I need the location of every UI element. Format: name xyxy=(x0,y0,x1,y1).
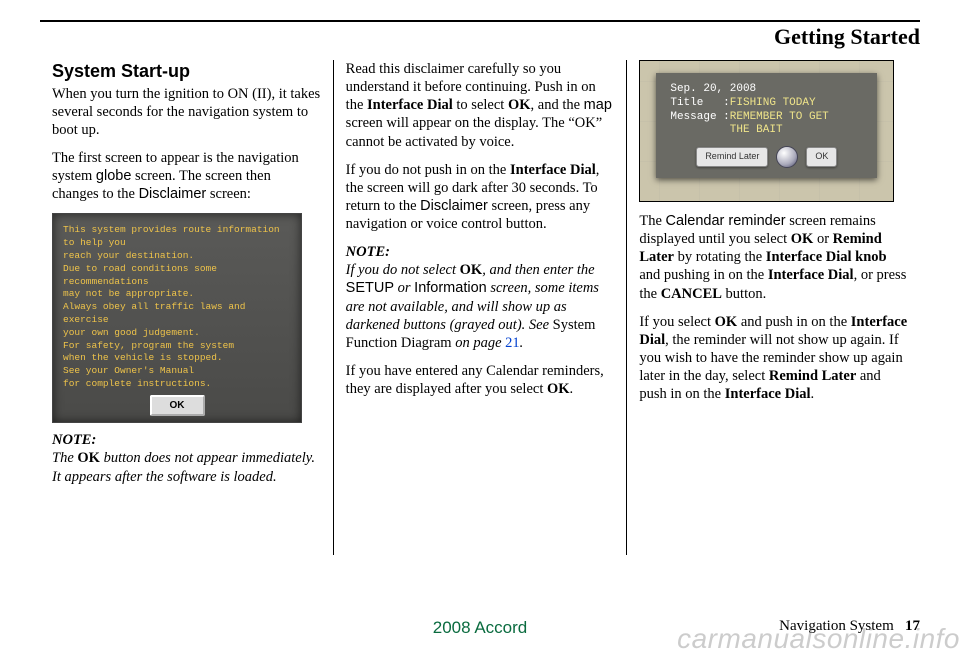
disclaimer-screen: This system provides route information t… xyxy=(52,213,302,423)
screen-line: when the vehicle is stopped. xyxy=(63,352,291,365)
page-footer: 2008 Accord Navigation System 17 xyxy=(40,618,920,635)
page-header: Getting Started xyxy=(40,24,920,50)
ok-word: OK xyxy=(791,231,814,247)
text: on page xyxy=(452,335,506,351)
label: Message : xyxy=(670,111,729,123)
dial-icon xyxy=(776,146,798,168)
ok-word: OK xyxy=(715,314,738,330)
footer-model: 2008 Accord xyxy=(433,618,528,638)
note-label: NOTE: xyxy=(346,244,390,260)
text: screen will appear on the display. The “… xyxy=(346,115,602,149)
value: REMEMBER TO GET xyxy=(730,111,829,123)
text: to select xyxy=(453,97,508,113)
note-block: NOTE: The OK button does not appear imme… xyxy=(52,431,321,485)
calendar-reminder-word: Calendar reminder xyxy=(666,213,786,229)
button-row: Remind Later OK xyxy=(670,146,863,168)
value: THE BAIT xyxy=(730,124,783,136)
col3-para2: If you select OK and push in on the Inte… xyxy=(639,313,908,404)
text: or xyxy=(394,280,414,296)
popup-title-row: Title :FISHING TODAY xyxy=(670,97,863,111)
text: If you do not select xyxy=(346,262,460,278)
section-title: System Start-up xyxy=(52,60,321,83)
cancel-word: CANCEL xyxy=(661,286,722,302)
text: If you do not push in on the xyxy=(346,162,510,178)
screen-line: See your Owner's Manual xyxy=(63,365,291,378)
column-1: System Start-up When you turn the igniti… xyxy=(40,60,333,555)
text: . xyxy=(811,386,815,402)
remind-later-button[interactable]: Remind Later xyxy=(696,147,768,166)
page-link[interactable]: 21 xyxy=(505,335,520,351)
text: and pushing in on the xyxy=(639,267,767,283)
interface-dial-knob: Interface Dial knob xyxy=(766,249,887,265)
ok-button[interactable]: OK xyxy=(150,395,205,417)
content-columns: System Start-up When you turn the igniti… xyxy=(40,60,920,555)
remind-later-word: Remind Later xyxy=(769,368,856,384)
value: FISHING TODAY xyxy=(730,97,816,109)
ok-word: OK xyxy=(508,97,531,113)
col2-para1: Read this disclaimer carefully so you un… xyxy=(346,60,615,151)
map-word: map xyxy=(584,97,612,113)
text: button. xyxy=(722,286,766,302)
disclaimer-word: Disclaimer xyxy=(139,186,207,202)
text: If you select xyxy=(639,314,714,330)
text: , and then enter the xyxy=(482,262,594,278)
col1-para1: When you turn the ignition to ON (II), i… xyxy=(52,85,321,139)
screen-line: Always obey all traffic laws and exercis… xyxy=(63,301,291,327)
interface-dial: Interface Dial xyxy=(510,162,596,178)
footer-section: Navigation System xyxy=(779,618,894,634)
top-rule xyxy=(40,20,920,22)
col2-para2: If you do not push in on the Interface D… xyxy=(346,161,615,234)
text: The xyxy=(52,450,77,466)
screen-line: may not be appropriate. xyxy=(63,288,291,301)
column-3: Sep. 20, 2008 Title :FISHING TODAY Messa… xyxy=(626,60,920,555)
label: Title : xyxy=(670,97,729,109)
popup-msg-row: Message :REMEMBER TO GET xyxy=(670,111,863,125)
text: The xyxy=(639,213,665,229)
ok-word: OK xyxy=(460,262,483,278)
spacer xyxy=(670,124,729,136)
popup-ok-button[interactable]: OK xyxy=(806,147,837,166)
col2-note: NOTE: If you do not select OK, and then … xyxy=(346,243,615,352)
setup-word: SETUP xyxy=(346,280,394,296)
note-text: If you do not select OK, and then enter … xyxy=(346,262,599,351)
interface-dial: Interface Dial xyxy=(367,97,453,113)
popup-msg-row2: THE BAIT xyxy=(670,124,863,138)
interface-dial: Interface Dial xyxy=(725,386,811,402)
text: , and the xyxy=(531,97,584,113)
footer-right: Navigation System 17 xyxy=(779,618,920,635)
column-2: Read this disclaimer carefully so you un… xyxy=(333,60,627,555)
col2-para3: If you have entered any Calendar reminde… xyxy=(346,362,615,398)
text: by rotating the xyxy=(674,249,766,265)
footer-page: 17 xyxy=(905,618,920,634)
calendar-screen: Sep. 20, 2008 Title :FISHING TODAY Messa… xyxy=(639,60,894,202)
info-word: Information xyxy=(414,280,487,296)
screen-line: This system provides route information t… xyxy=(63,224,291,250)
disclaimer-word: Disclaimer xyxy=(420,198,488,214)
screen-line: for complete instructions. xyxy=(63,378,291,391)
note-text: The OK button does not appear immediatel… xyxy=(52,450,315,484)
note-label: NOTE: xyxy=(52,432,96,448)
screen-line: Due to road conditions some recommendati… xyxy=(63,263,291,289)
col3-para1: The Calendar reminder screen remains dis… xyxy=(639,212,908,303)
screen-line: your own good judgement. xyxy=(63,327,291,340)
globe-word: globe xyxy=(96,168,131,184)
text: screen: xyxy=(206,186,251,202)
screen-line: reach your destination. xyxy=(63,250,291,263)
text: . xyxy=(570,381,574,397)
col1-para2: The first screen to appear is the naviga… xyxy=(52,149,321,203)
ok-word: OK xyxy=(77,450,100,466)
text: and push in on the xyxy=(737,314,851,330)
text: . xyxy=(520,335,524,351)
calendar-popup: Sep. 20, 2008 Title :FISHING TODAY Messa… xyxy=(656,73,877,178)
ok-word: OK xyxy=(547,381,570,397)
ok-wrap: OK xyxy=(63,395,291,417)
interface-dial: Interface Dial xyxy=(768,267,854,283)
screen-line: For safety, program the system xyxy=(63,340,291,353)
popup-date: Sep. 20, 2008 xyxy=(670,83,863,97)
text: or xyxy=(813,231,832,247)
